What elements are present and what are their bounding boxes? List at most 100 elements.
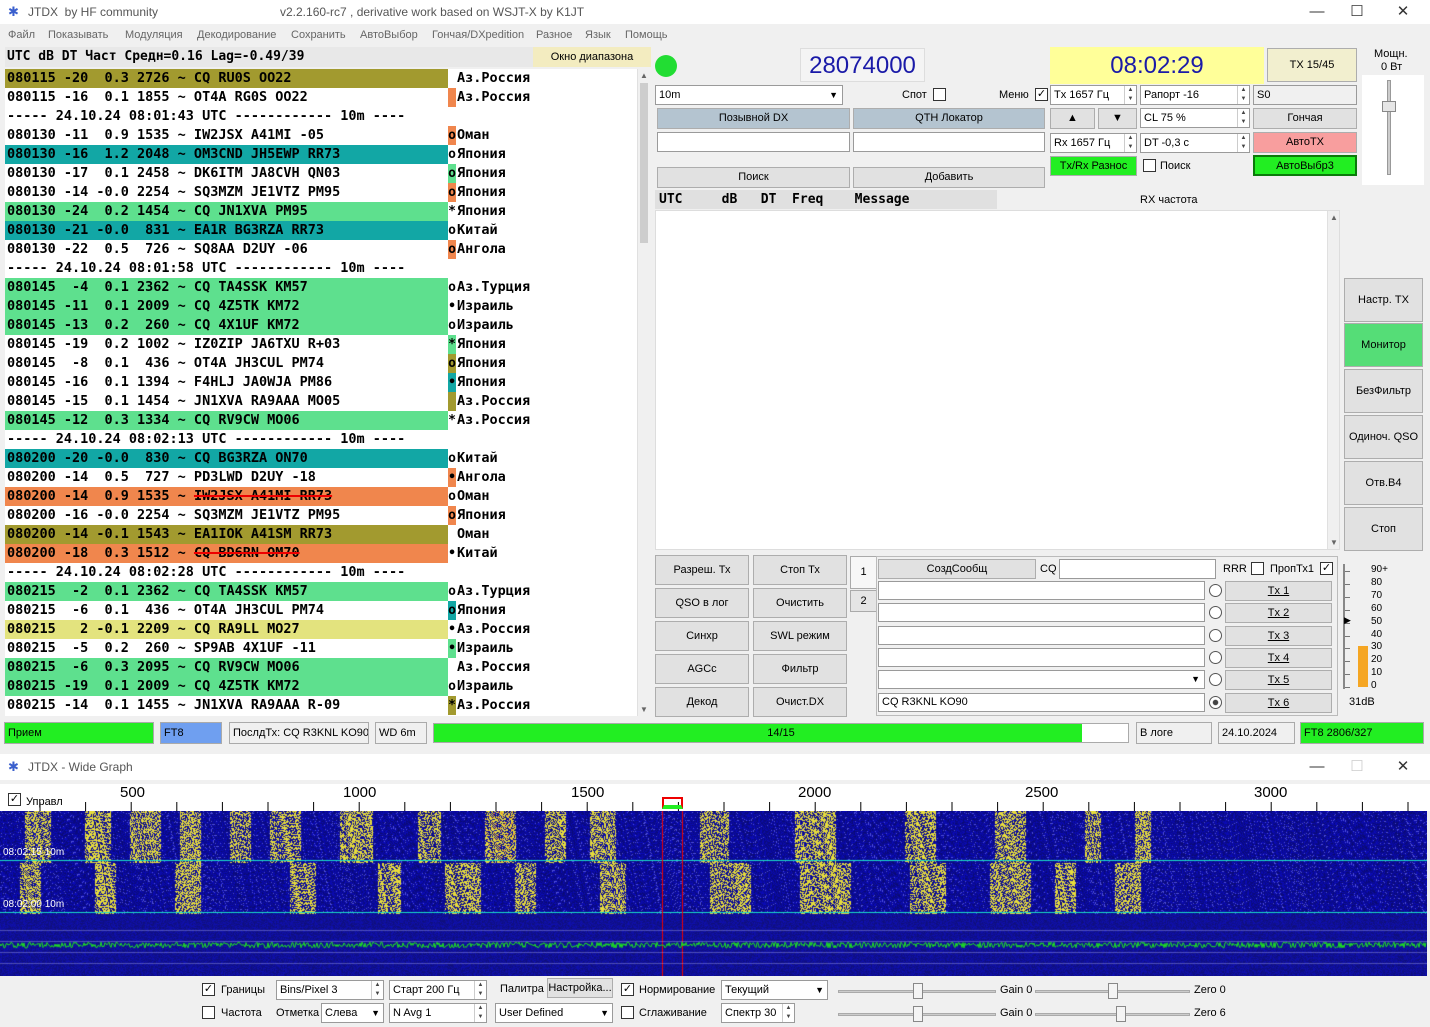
auto-select-button[interactable]: АвтоВыбр3 bbox=[1253, 155, 1357, 176]
palette-select[interactable]: User Defined ▼ bbox=[495, 1003, 613, 1023]
stop-button[interactable]: Стоп bbox=[1344, 507, 1423, 551]
menu-help[interactable]: Помощь bbox=[625, 29, 668, 41]
decode-row[interactable]: 080145 -8 0.1 436 ~ OT4A JH3CUL PM74 o Япо… bbox=[5, 354, 637, 373]
spin-arrows-icon[interactable]: ▲ ▼ bbox=[1237, 134, 1249, 152]
frequency-checkbox[interactable] bbox=[202, 1006, 215, 1019]
spin-arrows-icon[interactable]: ▲ ▼ bbox=[371, 981, 383, 999]
minimize-icon[interactable]: — bbox=[1297, 757, 1337, 777]
tx3-message-input[interactable] bbox=[878, 625, 1205, 645]
answer-b4-button[interactable]: Отв.В4 bbox=[1344, 461, 1423, 505]
swl-mode-button[interactable]: SWL режим bbox=[753, 621, 847, 651]
tx5-button[interactable]: Tx 5 bbox=[1225, 670, 1332, 691]
no-filter-button[interactable]: БезФильтр bbox=[1344, 369, 1423, 413]
menu-save[interactable]: Сохранить bbox=[291, 29, 346, 41]
tx4-button[interactable]: Tx 4 bbox=[1225, 647, 1332, 668]
zero2-slider-track[interactable] bbox=[1035, 1013, 1190, 1016]
menu-view[interactable]: Показывать bbox=[48, 29, 108, 41]
spin-arrows-icon[interactable]: ▲ ▼ bbox=[474, 1004, 486, 1022]
decode-row[interactable]: 080130 -11 0.9 1535 ~ IW2JSX A41MI -05 o О… bbox=[5, 126, 637, 145]
tx1-button[interactable]: Tx 1 bbox=[1225, 581, 1332, 601]
dt-spinbox[interactable]: DT -0,3 с ▲ ▼ bbox=[1140, 133, 1250, 153]
decode-row[interactable]: 080130 -16 1.2 2048 ~ OM3CND JH5EWP RR73… bbox=[5, 145, 637, 164]
menu-misc[interactable]: Разное bbox=[536, 29, 572, 41]
navg-spinbox[interactable]: N Avg 1 ▲ ▼ bbox=[389, 1003, 487, 1023]
normalize-checkbox[interactable]: ✓ bbox=[621, 983, 634, 996]
menu-hound[interactable]: Гончая/DXpedition bbox=[432, 29, 524, 41]
tx6-radio[interactable] bbox=[1209, 695, 1222, 709]
decode-row[interactable]: 080215 -6 0.1 436 ~ OT4A JH3CUL PM74 o Япо… bbox=[5, 601, 637, 620]
minimize-icon[interactable]: — bbox=[1297, 2, 1337, 22]
decode-row[interactable]: 080200 -14 -0.1 1543 ~ EA1IOK A41SM RR73… bbox=[5, 525, 637, 544]
tune-button[interactable]: Настр. TX bbox=[1344, 278, 1423, 322]
period-separator-row[interactable]: ----- 24.10.24 08:01:58 UTC ------------… bbox=[5, 259, 637, 278]
tx-rx-split-button[interactable]: Tx/Rx Разнос bbox=[1050, 156, 1137, 176]
erase-button[interactable]: Очистить bbox=[753, 588, 847, 618]
spectrum-spinbox[interactable]: Спектр 30 ▲ ▼ bbox=[721, 1003, 795, 1023]
decode-row[interactable]: 080145 -4 0.1 2362 ~ CQ TA4SSK KM57 o Аз.Т… bbox=[5, 278, 637, 297]
period-separator-row[interactable]: ----- 24.10.24 08:02:13 UTC ------------… bbox=[5, 430, 637, 449]
decode-row[interactable]: 080215 2 -0.1 2209 ~ CQ RA9LL MO27 • Аз.Ро… bbox=[5, 620, 637, 639]
rx-frequency-list[interactable] bbox=[655, 210, 1340, 550]
palette-adjust-button[interactable]: Настройка... bbox=[547, 978, 613, 998]
rx-list-scrollbar[interactable]: ▲ ▼ bbox=[1327, 211, 1339, 549]
decode-row[interactable]: 080130 -24 0.2 1454 ~ CQ JN1XVA PM95 * Япо… bbox=[5, 202, 637, 221]
decode-row[interactable]: 080215 -6 0.3 2095 ~ CQ RV9CW MO06 Аз.Ро… bbox=[5, 658, 637, 677]
decode-row[interactable]: 080200 -16 -0.0 2254 ~ SQ3MZM JE1VTZ PM9… bbox=[5, 506, 637, 525]
power-slider-handle[interactable] bbox=[1382, 101, 1396, 112]
start-spinbox[interactable]: Старт 200 Гц ▲ ▼ bbox=[389, 980, 487, 1000]
zero2-slider-handle[interactable] bbox=[1116, 1006, 1126, 1022]
dx-grid-input[interactable] bbox=[853, 132, 1045, 152]
scroll-down-icon[interactable]: ▼ bbox=[638, 705, 650, 714]
spin-arrows-icon[interactable]: ▲ ▼ bbox=[782, 1004, 794, 1022]
menu-file[interactable]: Файл bbox=[8, 29, 35, 41]
tx2-button[interactable]: Tx 2 bbox=[1225, 603, 1332, 624]
dial-frequency[interactable]: 28074000 bbox=[800, 48, 925, 82]
chevron-down-icon[interactable]: ▼ bbox=[1191, 671, 1200, 688]
tx3-radio[interactable] bbox=[1209, 628, 1222, 642]
close-icon[interactable]: ✕ bbox=[1383, 2, 1423, 22]
decode-row[interactable]: 080115 -20 0.3 2726 ~ CQ RU0S OO22 Аз.Ро… bbox=[5, 69, 637, 88]
mark-select[interactable]: Слева ▼ bbox=[321, 1003, 384, 1023]
bounds-checkbox[interactable]: ✓ bbox=[202, 983, 215, 996]
smoothing-checkbox[interactable] bbox=[621, 1006, 634, 1019]
lookup-button[interactable]: Поиск bbox=[657, 167, 850, 188]
rx-frequency-spinbox[interactable]: Rx 1657 Гц ▲ ▼ bbox=[1050, 133, 1137, 153]
report-spinbox[interactable]: Рапорт -16 ▲ ▼ bbox=[1140, 85, 1250, 105]
decode-row[interactable]: 080130 -14 -0.0 2254 ~ SQ3MZM JE1VTZ PM9… bbox=[5, 183, 637, 202]
decode-row[interactable]: 080115 -16 0.1 1855 ~ OT4A RG0S OO22 Аз.… bbox=[5, 88, 637, 107]
add-button[interactable]: Добавить bbox=[853, 167, 1045, 188]
decode-row[interactable]: 080130 -21 -0.0 831 ~ EA1R BG3RZA RR73 o К… bbox=[5, 221, 637, 240]
band-select[interactable]: 10m ▼ bbox=[655, 85, 843, 105]
spin-arrows-icon[interactable]: ▲ ▼ bbox=[1124, 134, 1136, 152]
tx-period-button[interactable]: TX 15/45 bbox=[1267, 48, 1357, 82]
decode-row[interactable]: 080145 -11 0.1 2009 ~ CQ 4Z5TK KM72 • Изра… bbox=[5, 297, 637, 316]
band-window-button[interactable]: Окно диапазона bbox=[533, 47, 651, 67]
dx-call-button[interactable]: Позывной DX bbox=[657, 108, 850, 129]
tx1-radio[interactable] bbox=[1209, 584, 1222, 597]
cq-input[interactable] bbox=[1059, 559, 1216, 579]
period-separator-row[interactable]: ----- 24.10.24 08:01:43 UTC ------------… bbox=[5, 107, 637, 126]
auto-tx-button[interactable]: АвтоТХ bbox=[1253, 132, 1357, 153]
gain1-slider-handle[interactable] bbox=[913, 983, 923, 999]
log-qso-button[interactable]: QSO в лог bbox=[655, 588, 749, 618]
tx3-button[interactable]: Tx 3 bbox=[1225, 625, 1332, 646]
tx-frequency-spinbox[interactable]: Tx 1657 Гц ▲ ▼ bbox=[1050, 85, 1137, 105]
tab-1[interactable]: 1 bbox=[850, 556, 876, 589]
clear-dx-button[interactable]: Очист.DX bbox=[753, 687, 847, 717]
power-slider-track[interactable] bbox=[1387, 80, 1391, 175]
decode-row[interactable]: 080145 -19 0.2 1002 ~ IZ0ZIP JA6TXU R+03… bbox=[5, 335, 637, 354]
scroll-down-icon[interactable]: ▼ bbox=[1328, 538, 1340, 547]
monitor-button[interactable]: Монитор bbox=[1344, 323, 1423, 367]
menu-autoselect[interactable]: АвтоВыбор bbox=[360, 29, 418, 41]
menu-checkbox[interactable]: ✓ bbox=[1035, 88, 1048, 101]
scroll-up-icon[interactable]: ▲ bbox=[1328, 213, 1340, 222]
stop-tx-button[interactable]: Стоп Тх bbox=[753, 555, 847, 585]
decode-row[interactable]: 080200 -14 0.9 1535 ~ IW2JSX A41MI RR73 o… bbox=[5, 487, 637, 506]
gain2-slider-handle[interactable] bbox=[913, 1006, 923, 1022]
decode-row[interactable]: 080215 -5 0.2 260 ~ SP9AB 4X1UF -11 • Изра… bbox=[5, 639, 637, 658]
tx5-message-input[interactable]: ▼ bbox=[878, 670, 1205, 690]
frequency-scale[interactable]: ✓ Управл 500 1000 1500 2000 2500 3000 bbox=[0, 784, 1430, 811]
spin-arrows-icon[interactable]: ▲ ▼ bbox=[474, 981, 486, 999]
spot-checkbox[interactable] bbox=[933, 88, 946, 101]
spin-arrows-icon[interactable]: ▲ ▼ bbox=[1237, 109, 1249, 127]
